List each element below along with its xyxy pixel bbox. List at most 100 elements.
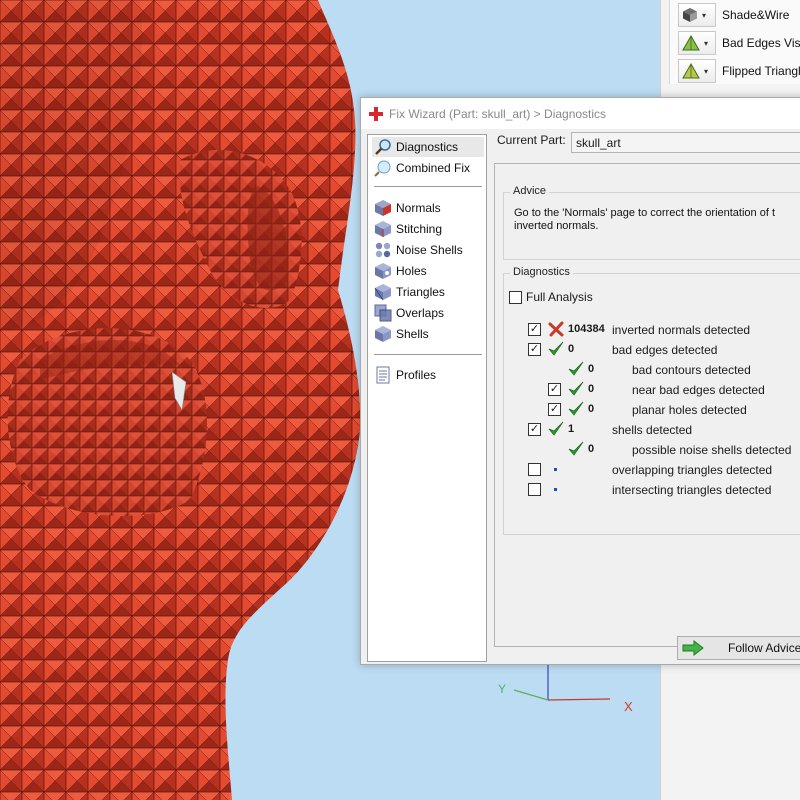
nav-label: Shells bbox=[396, 327, 429, 341]
checkmark-icon bbox=[568, 361, 584, 377]
diagnostic-count: 104384 bbox=[568, 323, 605, 335]
advice-text: Go to the 'Normals' page to correct the … bbox=[514, 207, 776, 232]
triangle-icon bbox=[682, 63, 700, 79]
diagnostics-group: Diagnostics Full Analysis ✓ 104384 inverte… bbox=[503, 266, 800, 535]
holes-cube-icon bbox=[375, 263, 391, 279]
diagnostic-row: ✓ 1 shells detected bbox=[504, 421, 800, 439]
document-icon bbox=[376, 366, 390, 384]
nav-label: Stitching bbox=[396, 222, 443, 236]
nav-label: Diagnostics bbox=[396, 140, 459, 154]
diagnostic-checkbox[interactable]: ✓ bbox=[548, 403, 561, 416]
nav-item-triangles[interactable]: Triangles bbox=[372, 282, 484, 302]
advice-group: Advice Go to the 'Normals' page to corre… bbox=[503, 185, 800, 260]
diagnostic-count: 1 bbox=[568, 423, 575, 435]
overlaps-icon bbox=[374, 304, 392, 322]
nav-item-combined-fix[interactable]: Combined Fix bbox=[372, 158, 484, 178]
nav-label: Triangles bbox=[396, 285, 445, 299]
chevron-down-icon: ▾ bbox=[702, 10, 707, 20]
bad-edges-label: Bad Edges Visib bbox=[722, 36, 800, 50]
magnifier-icon bbox=[375, 139, 391, 155]
shade-wire-label: Shade&Wire bbox=[722, 8, 790, 22]
full-analysis-option[interactable]: Full Analysis bbox=[509, 290, 593, 304]
nav-item-shells[interactable]: Shells bbox=[372, 324, 484, 344]
diagnostic-message: bad contours detected bbox=[632, 363, 751, 377]
diagnostic-checkbox[interactable]: ✓ bbox=[528, 423, 541, 436]
checkmark-icon bbox=[568, 441, 584, 457]
green-arrow-icon bbox=[682, 640, 704, 656]
diagnostic-count: 0 bbox=[568, 343, 575, 355]
flipped-triangles-button[interactable]: ▾ bbox=[678, 59, 716, 83]
dialog-titlebar[interactable]: Fix Wizard (Part: skull_art) > Diagnosti… bbox=[361, 98, 800, 129]
diagnostic-row: ✓ 0 planar holes detected bbox=[504, 401, 800, 419]
diagnostic-row: 0 bad contours detected bbox=[504, 361, 800, 379]
diagnostic-message: possible noise shells detected bbox=[632, 443, 792, 457]
nav-item-stitching[interactable]: Stitching bbox=[372, 219, 484, 239]
diagnostic-message: bad edges detected bbox=[612, 343, 718, 357]
diagnostic-checkbox[interactable]: ✓ bbox=[528, 343, 541, 356]
magic-wand-icon bbox=[374, 160, 391, 177]
diagnostic-count: 0 bbox=[588, 383, 595, 395]
nav-item-normals[interactable]: Normals bbox=[372, 198, 484, 218]
dialog-title: Fix Wizard (Part: skull_art) > Diagnosti… bbox=[389, 106, 607, 121]
shade-wire-row[interactable]: ▾ Shade&Wire bbox=[678, 3, 789, 27]
current-part-label: Current Part: bbox=[497, 133, 566, 147]
normals-cube-icon bbox=[375, 200, 391, 216]
full-analysis-checkbox[interactable] bbox=[509, 290, 522, 304]
checkmark-icon bbox=[568, 381, 584, 397]
diagnostics-title: Diagnostics bbox=[510, 266, 573, 278]
diagnostic-message: near bad edges detected bbox=[632, 383, 765, 397]
nav-item-diagnostics[interactable]: Diagnostics bbox=[372, 137, 484, 157]
diagnostic-row: ✓ 0 bad edges detected bbox=[504, 341, 800, 359]
nav-item-profiles[interactable]: Profiles bbox=[372, 365, 484, 385]
nav-separator bbox=[374, 354, 482, 355]
triangle-icon bbox=[682, 35, 700, 51]
full-analysis-label: Full Analysis bbox=[526, 290, 593, 304]
diagnostic-checkbox[interactable]: ✓ bbox=[548, 383, 561, 396]
checkmark-icon bbox=[568, 401, 584, 417]
nav-label: Normals bbox=[396, 201, 441, 215]
current-part-field[interactable]: skull_art bbox=[571, 132, 800, 153]
checkmark-icon bbox=[548, 421, 564, 437]
follow-advice-button[interactable]: Follow Advice bbox=[677, 636, 800, 660]
nav-item-noise-shells[interactable]: Noise Shells bbox=[372, 240, 484, 260]
flipped-triangles-row[interactable]: ▾ Flipped Triangle bbox=[678, 59, 800, 83]
chevron-down-icon: ▾ bbox=[704, 66, 709, 76]
cube-icon bbox=[683, 8, 697, 22]
pending-dot-icon bbox=[548, 481, 564, 497]
nav-item-overlaps[interactable]: Overlaps bbox=[372, 303, 484, 323]
diagnostic-message: shells detected bbox=[612, 423, 693, 437]
pending-dot-icon bbox=[548, 461, 564, 477]
diagnostic-row: ✓ 104384 inverted normals detected bbox=[504, 321, 800, 339]
shells-cube-icon bbox=[375, 326, 391, 342]
shade-wire-button[interactable]: ▾ bbox=[678, 3, 716, 27]
noise-shells-icon bbox=[375, 242, 391, 258]
diagnostic-row: ✓ 0 near bad edges detected bbox=[504, 381, 800, 399]
diagnostic-checkbox[interactable] bbox=[528, 463, 541, 476]
stitching-cube-icon bbox=[375, 221, 391, 237]
diagnostic-count: 0 bbox=[588, 363, 595, 375]
nav-item-holes[interactable]: Holes bbox=[372, 261, 484, 281]
nav-label: Holes bbox=[396, 264, 427, 278]
diagnostic-message: planar holes detected bbox=[632, 403, 747, 417]
axis-x-label: X bbox=[624, 699, 633, 714]
bad-edges-button[interactable]: ▾ bbox=[678, 31, 716, 55]
error-x-icon bbox=[548, 321, 564, 337]
nav-label: Combined Fix bbox=[396, 161, 471, 175]
nav-label: Noise Shells bbox=[396, 243, 463, 257]
diagnostic-row: 0 possible noise shells detected bbox=[504, 441, 800, 459]
axis-y-label: Y bbox=[498, 682, 507, 696]
chevron-down-icon: ▾ bbox=[704, 38, 709, 48]
diagnostics-page: Advice Go to the 'Normals' page to corre… bbox=[494, 163, 800, 647]
checkmark-icon bbox=[548, 341, 564, 357]
diagnostic-row: overlapping triangles detected bbox=[504, 461, 800, 479]
bad-edges-row[interactable]: ▾ Bad Edges Visib bbox=[678, 31, 800, 55]
advice-title: Advice bbox=[510, 185, 550, 197]
flipped-triangles-label: Flipped Triangle bbox=[722, 64, 800, 78]
diagnostic-row: intersecting triangles detected bbox=[504, 481, 800, 499]
diagnostic-checkbox[interactable] bbox=[528, 483, 541, 496]
nav-label: Profiles bbox=[396, 368, 437, 382]
nav-separator bbox=[374, 186, 482, 187]
diagnostic-count: 0 bbox=[588, 403, 595, 415]
diagnostic-checkbox[interactable]: ✓ bbox=[528, 323, 541, 336]
diagnostic-message: inverted normals detected bbox=[612, 323, 751, 337]
